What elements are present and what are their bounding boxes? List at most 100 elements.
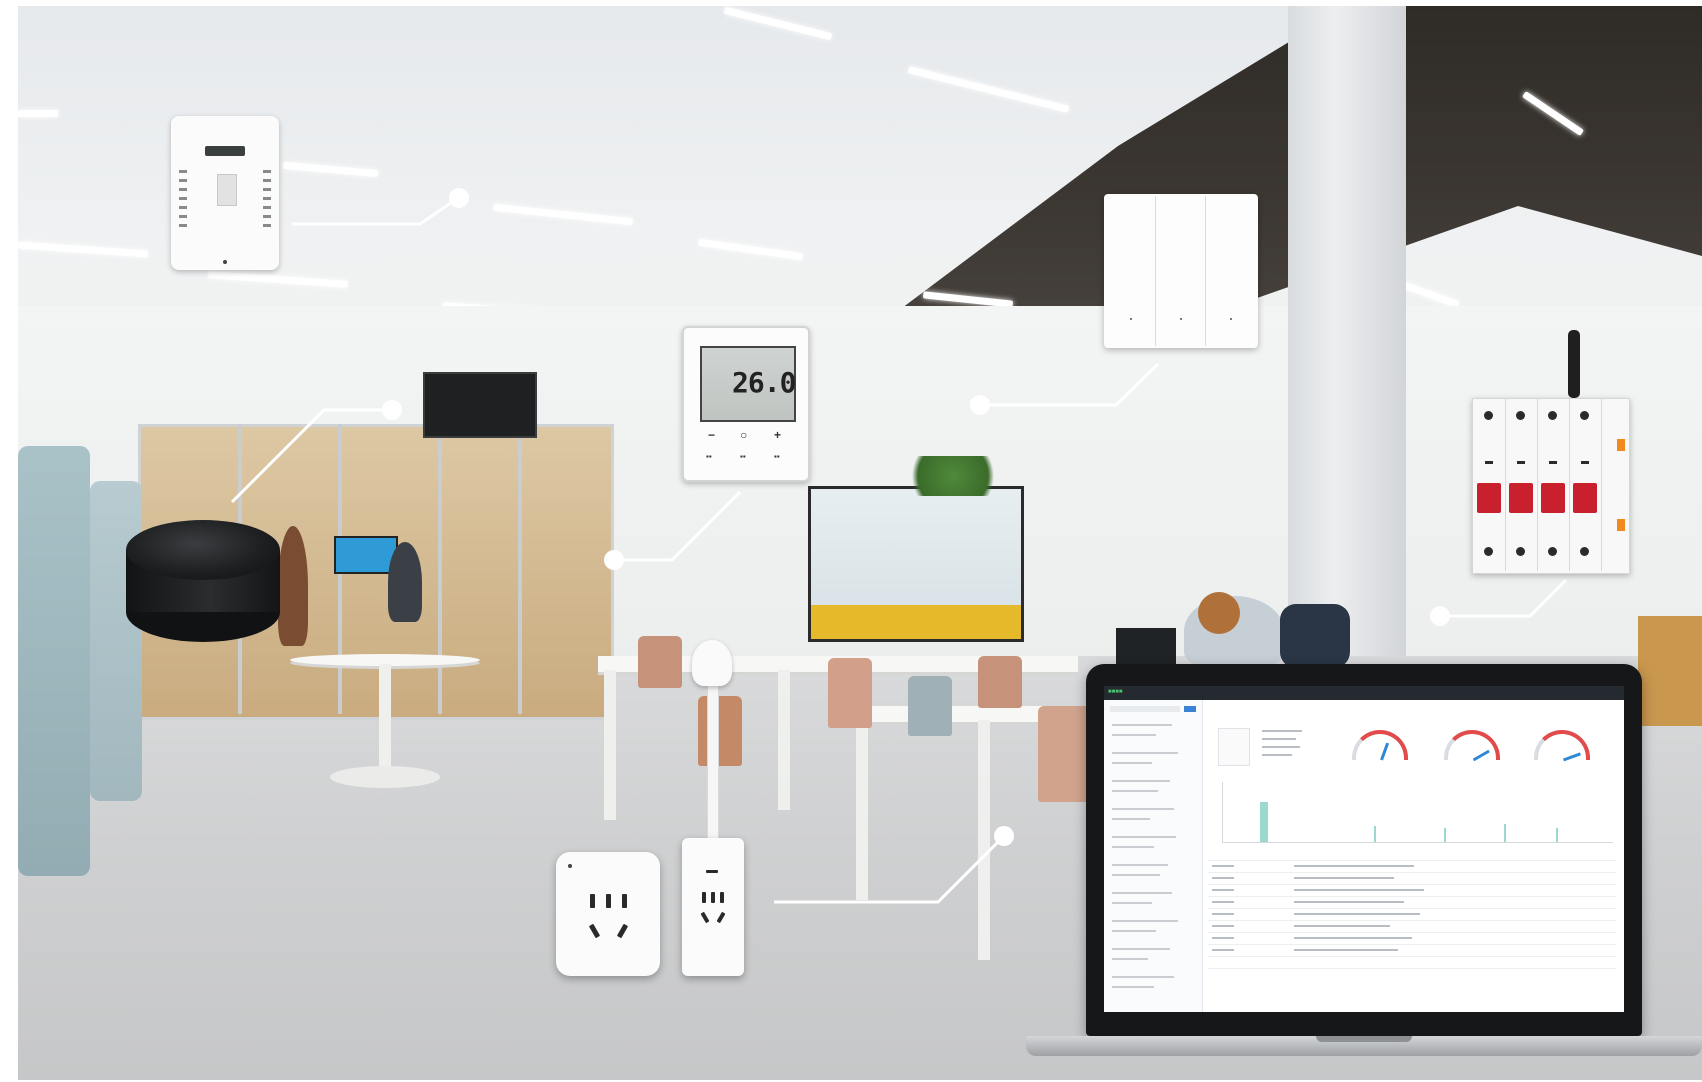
office-smart-devices-scene: 26.0 − ○ + ▪▪ ▪▪ ▪▪ ■■■■ <box>0 0 1702 1082</box>
socket-hole <box>700 911 710 924</box>
chart-bar <box>1444 828 1446 842</box>
table-row <box>1208 908 1616 909</box>
table-cell <box>1294 901 1404 903</box>
plug-head <box>692 640 732 686</box>
hair <box>1198 592 1240 634</box>
sidebar-line <box>1112 864 1168 866</box>
table-cell <box>1294 865 1414 867</box>
screw <box>1484 411 1493 420</box>
chair <box>978 656 1022 708</box>
info-line <box>1262 754 1292 756</box>
indicator-dot <box>1230 318 1232 320</box>
thermostat-icon: 26.0 − ○ + ▪▪ ▪▪ ▪▪ <box>682 326 810 482</box>
pillar <box>1288 6 1406 656</box>
chart-bar <box>1556 828 1558 842</box>
breaker-lever <box>1509 483 1533 513</box>
sidebar-line <box>1112 836 1176 838</box>
socket-hole <box>616 923 629 939</box>
status-indicator <box>1617 519 1625 531</box>
chart-bar <box>1504 824 1506 842</box>
chart-bar <box>1374 826 1376 842</box>
table-cell <box>1212 937 1234 939</box>
switch-gang <box>1206 196 1255 346</box>
socket-hole <box>720 892 724 903</box>
thermostat-temperature: 26.0 <box>732 366 796 399</box>
sidebar-line <box>1112 920 1178 922</box>
dashboard-header: ■■■■ <box>1104 686 1624 700</box>
booth-partition <box>18 446 90 876</box>
breaker-pole <box>1473 399 1506 571</box>
yellow-panel <box>811 605 1021 639</box>
sidebar-line <box>1112 902 1152 904</box>
sidebar-line <box>1112 780 1170 782</box>
breaker-pole <box>1569 399 1602 571</box>
ceiling-light <box>18 110 58 117</box>
table-leg <box>604 670 616 820</box>
socket-hole <box>711 892 715 903</box>
background-laptop <box>1116 628 1176 668</box>
table-cell <box>1294 913 1420 915</box>
table-cell <box>1212 925 1234 927</box>
dashboard-screen: ■■■■ <box>1104 686 1624 1012</box>
breaker-lever <box>1477 483 1501 513</box>
gauge-icon <box>1534 730 1590 762</box>
gauge-icon <box>1444 730 1500 762</box>
breaker-lever <box>1573 483 1597 513</box>
minus-icon: − <box>708 428 716 442</box>
table-cell <box>1294 949 1398 951</box>
vent-grill <box>179 170 187 230</box>
fan-icon: ▪▪ <box>740 452 746 461</box>
dashboard-main <box>1204 700 1624 1012</box>
socket-icon <box>556 852 660 976</box>
table-row <box>1208 860 1616 861</box>
backpack <box>1280 604 1350 668</box>
table-cell <box>1212 949 1234 951</box>
pole-mark <box>1517 461 1525 464</box>
table-leg <box>856 720 868 900</box>
table-leg <box>778 670 790 810</box>
socket-hole <box>588 923 601 939</box>
sidebar-line <box>1112 752 1178 754</box>
hub-top <box>126 520 280 580</box>
plug-icon <box>682 838 744 976</box>
sidebar-line <box>1112 892 1172 894</box>
breaker-lever <box>1541 483 1565 513</box>
table-row <box>1208 896 1616 897</box>
ir-hub-icon <box>126 520 280 642</box>
info-line <box>1262 738 1296 740</box>
timer-icon: ▪▪ <box>774 452 780 461</box>
sensor-panel-icon <box>171 116 279 270</box>
sidebar-line <box>1112 790 1158 792</box>
cart <box>1638 616 1702 726</box>
sidebar-line <box>1112 734 1156 736</box>
screw <box>1580 411 1589 420</box>
glass-partition <box>808 486 1024 642</box>
socket-hole <box>716 911 726 924</box>
status-led <box>223 260 227 264</box>
socket-hole <box>590 894 595 908</box>
power-button <box>706 870 718 873</box>
table-cell <box>1212 901 1234 903</box>
sidebar-line <box>1112 930 1156 932</box>
info-line <box>1262 746 1300 748</box>
antenna-icon <box>1568 330 1580 398</box>
socket-hole <box>622 894 627 908</box>
socket-hole <box>606 894 611 908</box>
pole-mark <box>1485 461 1493 464</box>
socket-hole <box>702 892 706 903</box>
table-cell <box>1212 889 1234 891</box>
status-led <box>568 864 572 868</box>
sidebar-line <box>1112 986 1154 988</box>
screw <box>1580 547 1589 556</box>
gauge-icon <box>1352 730 1408 761</box>
table-cell <box>1294 925 1390 927</box>
table-row <box>1208 932 1616 933</box>
sidebar-line <box>1112 808 1174 810</box>
sidebar-line <box>1112 976 1174 978</box>
sidebar-button <box>1184 706 1196 712</box>
sidebar-line <box>1112 958 1148 960</box>
table-leg <box>379 664 391 774</box>
chart-area <box>1222 782 1613 843</box>
breaker-pole <box>1537 399 1570 571</box>
table-cell <box>1212 913 1234 915</box>
